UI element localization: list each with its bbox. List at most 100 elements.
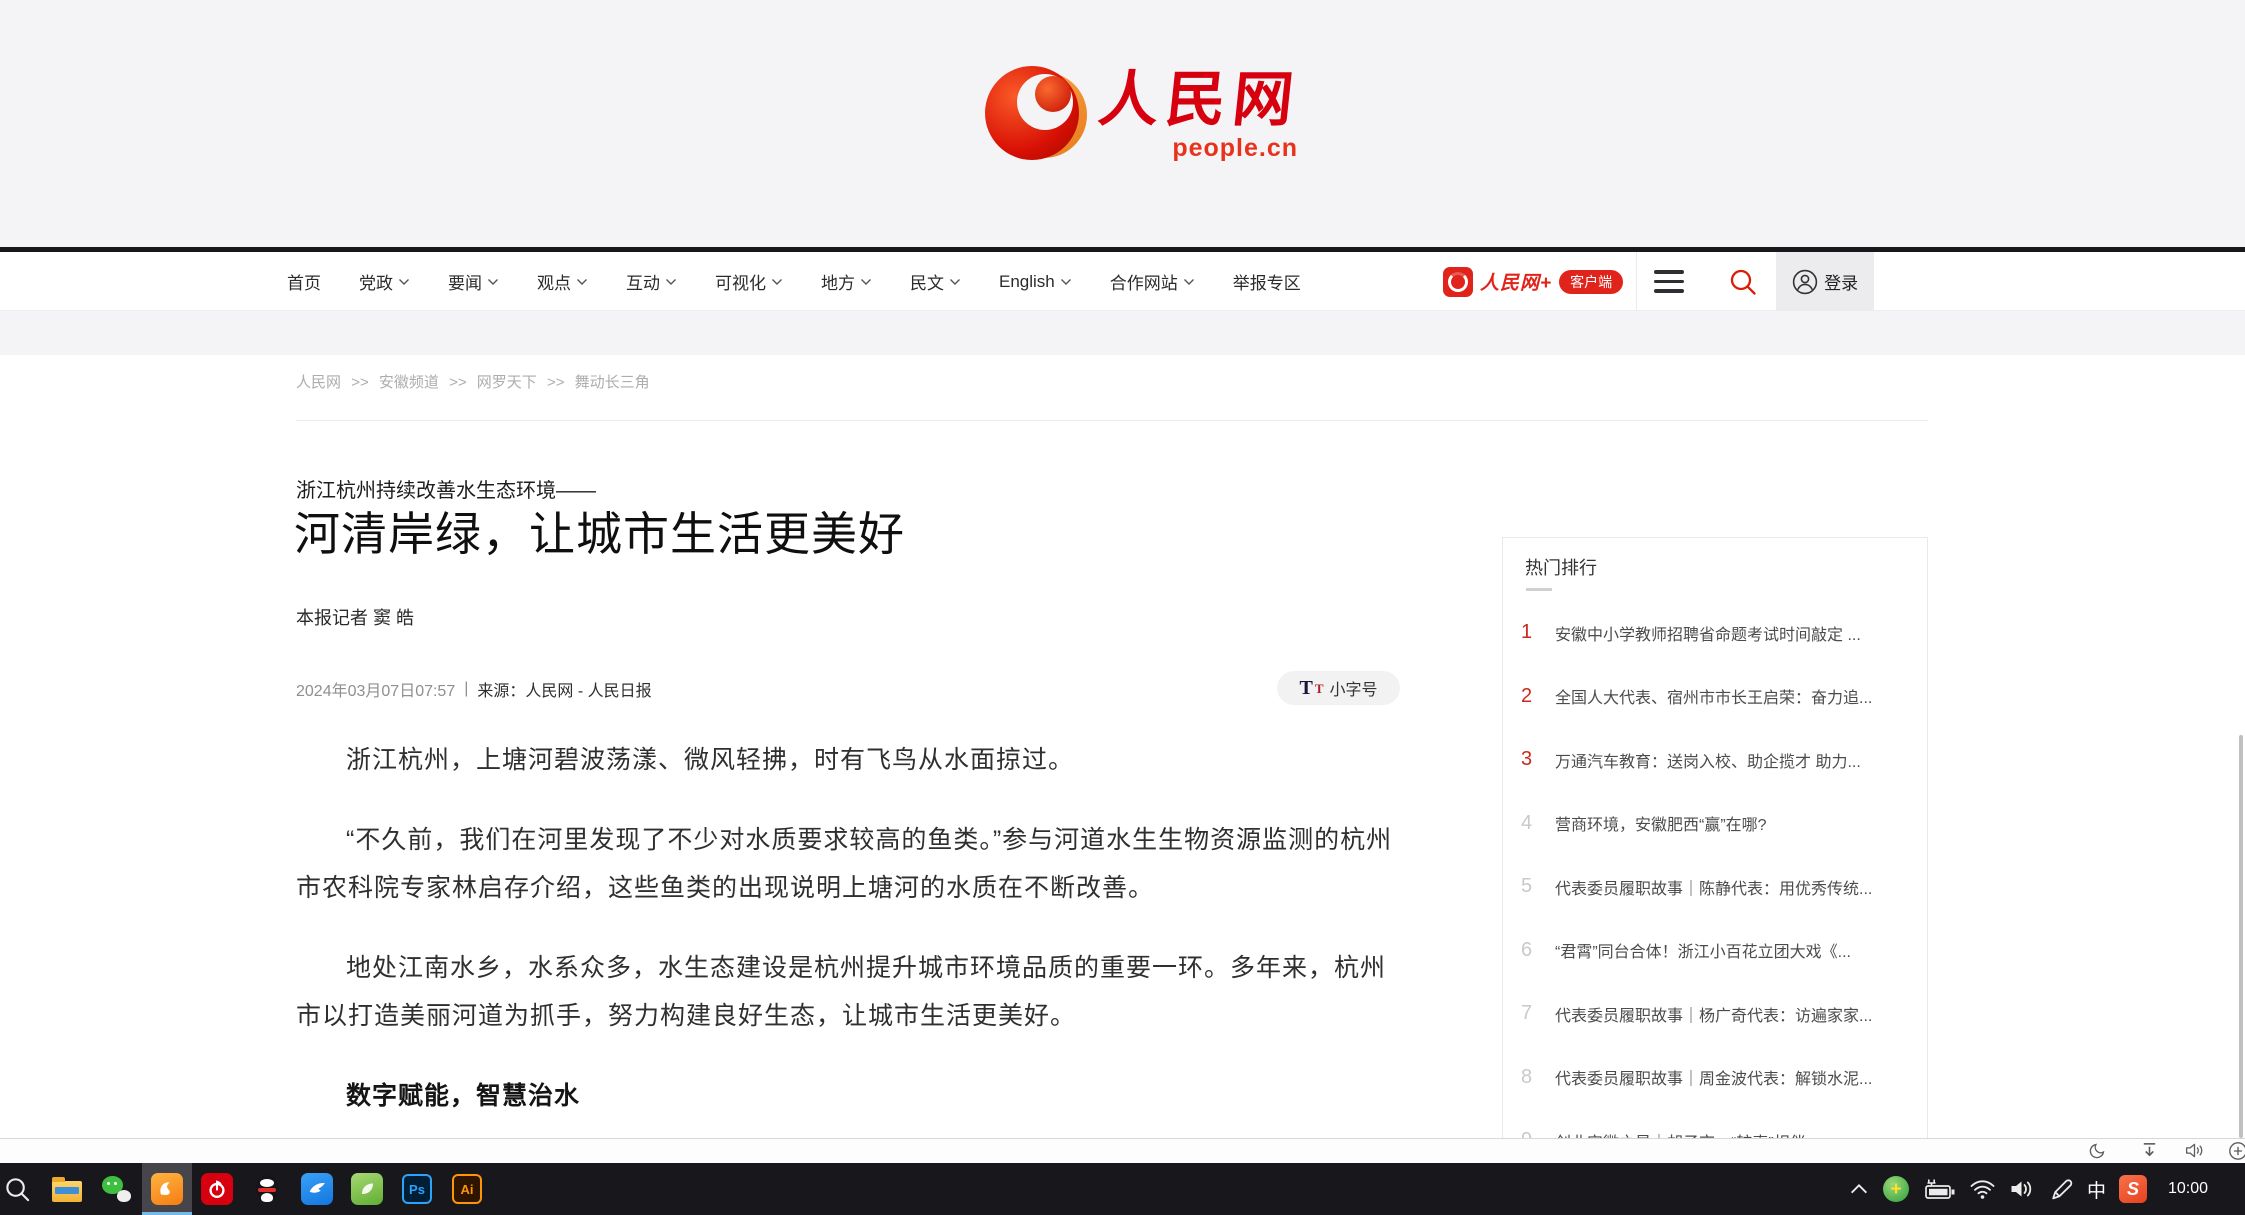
page-scrollbar[interactable] bbox=[2239, 735, 2243, 1138]
chevron-down-icon bbox=[949, 278, 961, 286]
hot-ranking-list: 1安徽中小学教师招聘省命题考试时间敲定 ... 2全国人大代表、宿州市市长王启荣… bbox=[1503, 601, 1927, 1141]
item-title: 营商环境，安徽肥西“赢”在哪? bbox=[1555, 811, 1767, 835]
chevron-down-icon bbox=[665, 278, 677, 286]
browser-toolbar bbox=[0, 1138, 2245, 1163]
wifi-tray-icon[interactable] bbox=[1969, 1178, 1996, 1200]
breadcrumb-link[interactable]: 网罗天下 bbox=[477, 374, 537, 391]
taskbar-blue-browser[interactable] bbox=[292, 1163, 342, 1215]
hot-ranking-panel: 热门排行 1安徽中小学教师招聘省命题考试时间敲定 ... 2全国人大代表、宿州市… bbox=[1502, 537, 1928, 1141]
hot-list-item[interactable]: 7 代表委员履职故事｜杨广奇代表：访遍家家... bbox=[1503, 982, 1927, 1046]
hot-list-item[interactable]: 9创业安徽之星｜胡子京：“较真”相伴... bbox=[1503, 1109, 1927, 1141]
folder-icon bbox=[52, 1181, 82, 1202]
hot-list-item[interactable]: 2全国人大代表、宿州市市长王启荣：奋力追... bbox=[1503, 665, 1927, 729]
illustrator-icon: Ai bbox=[452, 1174, 482, 1204]
menu-button[interactable] bbox=[1654, 270, 1684, 293]
hot-ranking-title: 热门排行 bbox=[1525, 554, 1597, 580]
taskbar-uc-browser-active[interactable] bbox=[142, 1163, 192, 1215]
hot-list-item[interactable]: 5代表委员履职故事｜陈静代表：用优秀传统... bbox=[1503, 855, 1927, 919]
battery-tray-icon[interactable] bbox=[1922, 1176, 1956, 1202]
pen-icon bbox=[2049, 1177, 2074, 1202]
rank-number: 5 bbox=[1521, 875, 1547, 898]
expand-toolbar-button[interactable] bbox=[2228, 1141, 2245, 1161]
nav-item-news[interactable]: 要闻 bbox=[448, 269, 499, 294]
nav-label: 可视化 bbox=[715, 269, 766, 294]
photoshop-icon: Ps bbox=[402, 1174, 432, 1204]
taskbar-clock[interactable]: 10:00 bbox=[2160, 1180, 2216, 1198]
nav-item-report-zone[interactable]: 举报专区 bbox=[1233, 269, 1301, 294]
nav-label: 互动 bbox=[626, 269, 660, 294]
breadcrumb-link[interactable]: 人民网 bbox=[296, 374, 341, 391]
hot-list-item[interactable]: 4营商环境，安徽肥西“赢”在哪? bbox=[1503, 792, 1927, 856]
nav-item-interact[interactable]: 互动 bbox=[626, 269, 677, 294]
article-body: 浙江杭州，上塘河碧波荡漾、微风轻拂，时有飞鸟从水面掠过。 “不久前，我们在河里发… bbox=[296, 736, 1408, 1152]
article-paragraph: 地处江南水乡，水系众多，水生态建设是杭州提升城市环境品质的重要一环。多年来，杭州… bbox=[296, 944, 1408, 1040]
security-app-tray-icon[interactable]: + bbox=[1883, 1176, 1909, 1202]
hot-list-item[interactable]: 6“君霄”同台合体！浙江小百花立团大戏《... bbox=[1503, 919, 1927, 983]
source-name[interactable]: 人民网 - 人民日报 bbox=[525, 677, 651, 701]
breadcrumb-link[interactable]: 安徽频道 bbox=[379, 374, 439, 391]
volume-tray-icon[interactable] bbox=[2009, 1178, 2036, 1200]
people-globe-icon bbox=[985, 64, 1087, 166]
nav-item-english[interactable]: English bbox=[999, 272, 1072, 292]
site-logo[interactable]: 人民网 people.cn bbox=[985, 64, 1300, 166]
search-icon bbox=[4, 1176, 31, 1203]
windows-ink-tray-icon[interactable] bbox=[2049, 1177, 2074, 1202]
download-icon bbox=[2140, 1141, 2159, 1160]
qq-penguin-icon bbox=[255, 1175, 279, 1203]
taskbar-file-explorer[interactable] bbox=[42, 1163, 92, 1215]
plus-circle-icon bbox=[2228, 1141, 2245, 1161]
article-title: 河清岸绿，让城市生活更美好 bbox=[294, 508, 905, 560]
font-size-label: 小字号 bbox=[1330, 676, 1378, 700]
rank-number: 7 bbox=[1521, 1002, 1547, 1025]
nav-item-visualization[interactable]: 可视化 bbox=[715, 269, 783, 294]
nav-item-minority-lang[interactable]: 民文 bbox=[910, 269, 961, 294]
breadcrumb: 人民网 >> 安徽频道 >> 网罗天下 >> 舞动长三角 bbox=[296, 371, 650, 392]
hot-list-item[interactable]: 3万通汽车教育：送岗入校、助企揽才 助力... bbox=[1503, 728, 1927, 792]
wifi-icon bbox=[1969, 1178, 1996, 1200]
taskbar-green-app[interactable] bbox=[342, 1163, 392, 1215]
wechat-icon bbox=[102, 1175, 132, 1203]
article-subheading: 数字赋能，智慧治水 bbox=[296, 1072, 1408, 1120]
people-app-badge[interactable]: 人民网+ 客户端 bbox=[1443, 267, 1623, 297]
login-button[interactable]: 登录 bbox=[1776, 252, 1874, 311]
ime-language-indicator[interactable]: 中 bbox=[2087, 1176, 2106, 1203]
hot-list-item[interactable]: 8代表委员履职故事｜周金波代表：解锁水泥... bbox=[1503, 1046, 1927, 1110]
chevron-down-icon bbox=[860, 278, 872, 286]
taskbar-wechat[interactable] bbox=[92, 1163, 142, 1215]
nav-label: 党政 bbox=[359, 269, 393, 294]
nav-item-local[interactable]: 地方 bbox=[821, 269, 872, 294]
taskbar-photoshop[interactable]: Ps bbox=[392, 1163, 442, 1215]
source-label: 来源： bbox=[477, 677, 525, 701]
moon-icon bbox=[2088, 1141, 2107, 1160]
article-meta: 2024年03月07日07:57 | 来源：人民网 - 人民日报 bbox=[296, 677, 652, 701]
taskbar-illustrator[interactable]: Ai bbox=[442, 1163, 492, 1215]
sogou-input-tray-icon[interactable]: S bbox=[2119, 1175, 2147, 1203]
uc-browser-icon bbox=[151, 1173, 183, 1205]
search-button[interactable] bbox=[1728, 267, 1758, 297]
taskbar-netease-music[interactable] bbox=[192, 1163, 242, 1215]
taskbar-search-button[interactable] bbox=[0, 1163, 42, 1215]
site-header: 人民网 people.cn bbox=[0, 0, 2245, 247]
people-app-icon bbox=[1443, 267, 1473, 297]
login-label: 登录 bbox=[1824, 269, 1858, 294]
download-button[interactable] bbox=[2140, 1141, 2159, 1160]
logo-domain: people.cn bbox=[1172, 134, 1298, 163]
article-paragraph: 浙江杭州，上塘河碧波荡漾、微风轻拂，时有飞鸟从水面掠过。 bbox=[296, 736, 1408, 784]
rank-number: 1 bbox=[1521, 621, 1547, 644]
nav-sub-band bbox=[0, 311, 2245, 355]
night-mode-button[interactable] bbox=[2088, 1141, 2107, 1160]
nav-item-home[interactable]: 首页 bbox=[287, 269, 321, 294]
nav-item-party-gov[interactable]: 党政 bbox=[359, 269, 410, 294]
meta-separator: | bbox=[464, 680, 468, 698]
chevron-down-icon bbox=[771, 278, 783, 286]
font-size-button[interactable]: TT 小字号 bbox=[1277, 671, 1400, 705]
chevron-down-icon bbox=[1060, 278, 1072, 286]
read-aloud-button[interactable] bbox=[2184, 1141, 2205, 1160]
nav-item-opinion[interactable]: 观点 bbox=[537, 269, 588, 294]
item-title: 代表委员履职故事｜杨广奇代表：访遍家家... bbox=[1555, 1002, 1872, 1026]
hot-list-item[interactable]: 1安徽中小学教师招聘省命题考试时间敲定 ... bbox=[1503, 601, 1927, 665]
tray-overflow-chevron[interactable] bbox=[1848, 1181, 1870, 1197]
taskbar-qq[interactable] bbox=[242, 1163, 292, 1215]
breadcrumb-link[interactable]: 舞动长三角 bbox=[575, 374, 650, 391]
nav-item-partner-sites[interactable]: 合作网站 bbox=[1110, 269, 1195, 294]
